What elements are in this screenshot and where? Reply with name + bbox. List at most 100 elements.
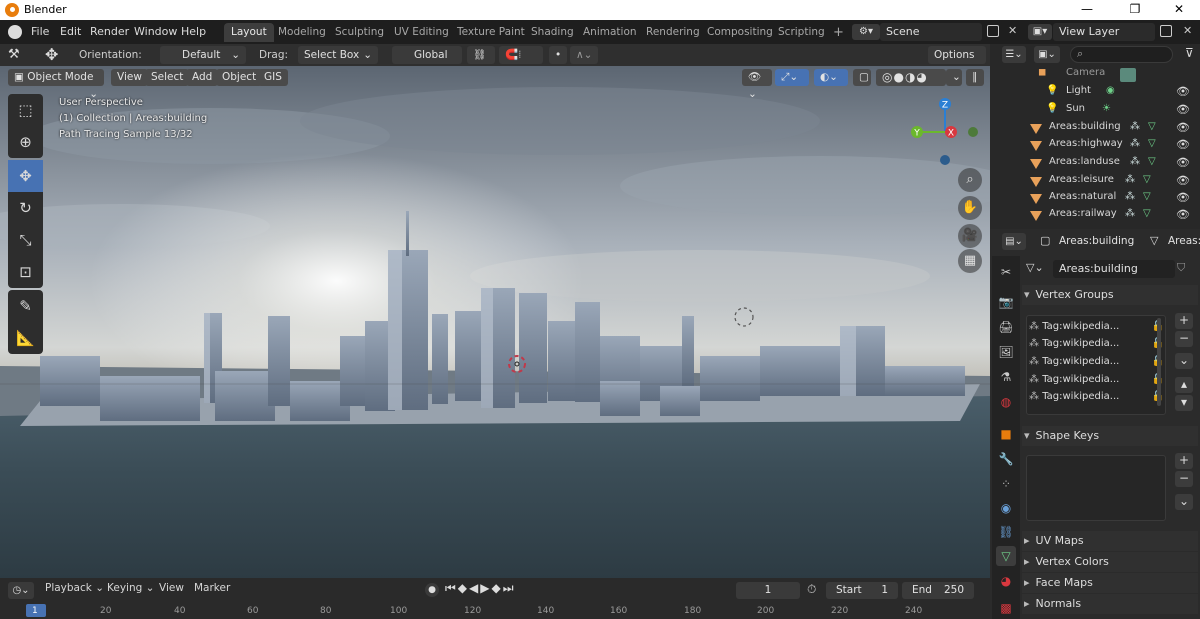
menu-select[interactable]: Select xyxy=(145,69,190,86)
outliner-row-areas-highway[interactable]: Areas:highway ⁂ ▽ 👁 xyxy=(990,138,1200,155)
outliner-row-areas-natural[interactable]: Areas:natural ⁂ ▽ 👁 xyxy=(990,191,1200,208)
uv-maps-panel-header[interactable]: UV Maps xyxy=(1022,531,1198,551)
blender-menu-icon[interactable] xyxy=(8,25,22,39)
navigation-gizmo[interactable]: Z Y X xyxy=(905,94,985,166)
outliner-row-areas-building[interactable]: Areas:building ⁂ ▽ 👁 xyxy=(990,121,1200,138)
list-item[interactable]: ⁂ Tag:wikipedia...🔓 xyxy=(1029,371,1164,388)
tab-layout[interactable]: Layout xyxy=(224,23,274,42)
render-tab-icon[interactable]: 📷 xyxy=(996,292,1016,312)
menu-file[interactable]: File xyxy=(31,25,49,38)
proportional-edit-toggle[interactable]: • xyxy=(549,46,567,64)
pivot-point-dropdown[interactable]: ⛓ xyxy=(467,46,495,64)
list-scrollbar[interactable] xyxy=(1157,318,1161,406)
timeline-playback-menu[interactable]: Playback ⌄ xyxy=(45,582,104,594)
current-frame-field[interactable]: 1 xyxy=(736,582,800,599)
minimize-button[interactable]: — xyxy=(1064,0,1110,20)
view-layer-icon[interactable]: ▣▾ xyxy=(1028,24,1052,40)
shading-mode-buttons[interactable]: ◎●◑◕ xyxy=(876,69,946,86)
outliner-row-sun[interactable]: 💡 Sun ☀ 👁 xyxy=(990,103,1200,120)
outliner-row-camera[interactable]: ◼ Camera xyxy=(990,67,1200,84)
drag-dropdown[interactable]: Select Box ⌄ xyxy=(298,46,378,64)
scene-name-field[interactable]: Scene xyxy=(880,23,982,41)
gizmo-toggle-icon[interactable]: ⤢⌄ xyxy=(775,69,809,86)
tab-scripting[interactable]: Scripting xyxy=(771,23,832,42)
stopwatch-icon[interactable]: ⏱ xyxy=(807,582,816,597)
visibility-eye-icon[interactable]: 👁 xyxy=(1176,174,1190,187)
pause-render-icon[interactable]: ∥ xyxy=(966,69,984,86)
overlays-toggle-icon[interactable]: ◐⌄ xyxy=(814,69,848,86)
transform-tool-icon[interactable]: ⊡ xyxy=(8,256,43,288)
tool-settings-icon[interactable]: ⚒ xyxy=(8,47,20,62)
move-tool-icon[interactable]: ✥ xyxy=(45,45,58,64)
remove-shape-key-button[interactable]: − xyxy=(1175,471,1193,487)
list-item[interactable]: ⁂ Tag:wikipedia...🔓 xyxy=(1029,353,1164,370)
3d-viewport[interactable] xyxy=(0,66,990,578)
shading-options-icon[interactable]: ⌄ xyxy=(946,69,962,86)
tab-compositing[interactable]: Compositing xyxy=(700,23,780,42)
face-maps-panel-header[interactable]: Face Maps xyxy=(1022,573,1198,593)
tab-animation[interactable]: Animation xyxy=(576,23,644,42)
end-frame-field[interactable]: End 250 xyxy=(902,582,974,599)
scene-tab-icon[interactable]: ⚗ xyxy=(996,367,1016,387)
object-tab-icon[interactable]: ■ xyxy=(996,424,1016,444)
timeline-view-menu[interactable]: View xyxy=(159,582,184,594)
menu-edit[interactable]: Edit xyxy=(60,25,81,38)
texture-tab-icon[interactable]: ▩ xyxy=(996,598,1016,618)
visibility-eye-icon[interactable]: 👁 xyxy=(1176,191,1190,204)
tab-texture-paint[interactable]: Texture Paint xyxy=(450,23,532,42)
tab-rendering[interactable]: Rendering xyxy=(639,23,707,42)
menu-add[interactable]: Add xyxy=(186,69,219,86)
mesh-data-tab-icon[interactable]: ▽ xyxy=(996,546,1016,566)
physics-tab-icon[interactable]: ◉ xyxy=(996,498,1016,518)
ortho-grid-icon[interactable]: ▦ xyxy=(958,249,982,273)
add-vertex-group-button[interactable]: + xyxy=(1175,313,1193,329)
tool-tab-icon[interactable]: ✂ xyxy=(996,262,1016,282)
move-down-button[interactable]: ▾ xyxy=(1175,395,1193,411)
shape-keys-panel-header[interactable]: Shape Keys xyxy=(1022,426,1198,446)
cursor-tool-icon[interactable]: ⊕ xyxy=(8,126,43,158)
menu-object[interactable]: Object xyxy=(216,69,263,86)
visibility-eye-icon[interactable]: 👁 xyxy=(1176,121,1190,134)
outliner-row-light[interactable]: 💡 Light ◉ 👁 xyxy=(990,85,1200,102)
outliner-row-areas-railway[interactable]: Areas:railway ⁂ ▽ 👁 xyxy=(990,208,1200,225)
menu-view[interactable]: View xyxy=(111,69,148,86)
output-tab-icon[interactable]: 🖨 xyxy=(996,317,1016,337)
camera-view-icon[interactable]: 🎥 xyxy=(958,224,982,248)
maximize-button[interactable]: ❐ xyxy=(1112,0,1158,20)
outliner-search-input[interactable] xyxy=(1070,46,1173,63)
zoom-icon[interactable]: ⌕ xyxy=(958,168,982,192)
orientation-dropdown[interactable]: Default ⌄ xyxy=(160,46,246,64)
particles-tab-icon[interactable]: ⁘ xyxy=(996,474,1016,494)
scene-selector-icon[interactable]: ⚙▾ xyxy=(852,24,880,40)
visibility-eye-icon[interactable]: 👁 xyxy=(1176,138,1190,151)
menu-render[interactable]: Render xyxy=(90,25,129,38)
view-layer-field[interactable]: View Layer xyxy=(1053,23,1155,41)
options-dropdown[interactable]: Options ⌄ xyxy=(928,46,986,79)
measure-tool-icon[interactable]: 📐 xyxy=(8,322,43,354)
remove-scene-icon[interactable]: ✕ xyxy=(1008,24,1017,37)
list-item[interactable]: ⁂ Tag:wikipedia...🔓 xyxy=(1029,335,1164,352)
outliner-editor-type-icon[interactable]: ☰⌄ xyxy=(1002,46,1026,63)
tab-uv-editing[interactable]: UV Editing xyxy=(387,23,456,42)
menu-window[interactable]: Window xyxy=(134,25,177,38)
timeline-marker-menu[interactable]: Marker xyxy=(194,582,230,594)
menu-help[interactable]: Help xyxy=(181,25,206,38)
vertex-colors-panel-header[interactable]: Vertex Colors xyxy=(1022,552,1198,572)
close-button[interactable]: ✕ xyxy=(1156,0,1200,20)
visibility-eye-icon[interactable]: 👁 xyxy=(1176,156,1190,169)
list-item[interactable]: ⁂ Tag:wikipedia...🔓 xyxy=(1029,318,1164,335)
menu-gis[interactable]: GIS xyxy=(258,69,288,86)
visibility-eye-icon[interactable]: 👁 xyxy=(1176,208,1190,221)
add-workspace-button[interactable]: + xyxy=(826,23,851,42)
mesh-browse-icon[interactable]: ▽⌄ xyxy=(1026,261,1044,274)
tab-sculpting[interactable]: Sculpting xyxy=(328,23,391,42)
new-view-layer-icon[interactable] xyxy=(1160,25,1172,37)
visibility-eye-icon[interactable]: 👁 xyxy=(1176,85,1190,98)
record-keyframe-icon[interactable]: ● xyxy=(425,583,439,597)
properties-editor-type-icon[interactable]: ▤⌄ xyxy=(1002,233,1026,250)
world-tab-icon[interactable]: ◍ xyxy=(996,392,1016,412)
constraints-tab-icon[interactable]: ⛓ xyxy=(996,522,1016,542)
shape-key-menu-button[interactable]: ⌄ xyxy=(1175,494,1193,510)
tab-shading[interactable]: Shading xyxy=(524,23,581,42)
list-item[interactable]: ⁂ Tag:wikipedia...🔓 xyxy=(1029,388,1164,405)
